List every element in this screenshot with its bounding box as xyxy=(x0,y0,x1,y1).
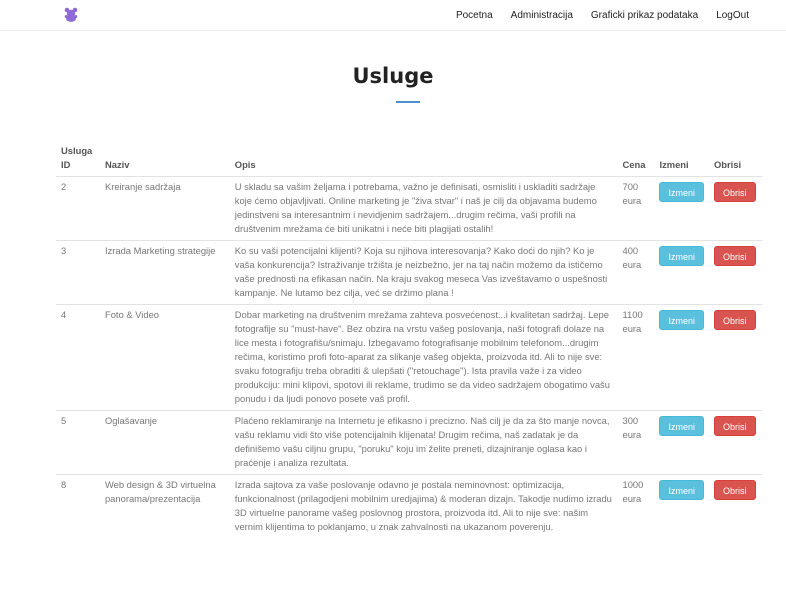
delete-button[interactable]: Obrisi xyxy=(713,480,756,500)
cell-delete: Obrisi xyxy=(708,474,762,538)
cell-id: 3 xyxy=(56,240,100,305)
cell-delete: Obrisi xyxy=(708,304,762,411)
cell-edit: Izmeni xyxy=(654,304,709,411)
delete-button[interactable]: Obrisi xyxy=(713,310,756,330)
cell-id: 8 xyxy=(56,474,100,538)
cell-desc: Plaćeno reklamiranje na Internetu je efi… xyxy=(229,410,618,475)
header-delete: Obrisi xyxy=(713,159,742,170)
header-name: Naziv xyxy=(104,159,130,170)
cell-delete: Obrisi xyxy=(708,240,762,305)
header-edit: Izmeni xyxy=(659,159,689,170)
cell-desc: Dobar marketing na društvenim mrežama za… xyxy=(229,304,618,411)
edit-button[interactable]: Izmeni xyxy=(659,416,704,436)
nav-link-administracija[interactable]: Administracija xyxy=(511,10,573,21)
delete-button[interactable]: Obrisi xyxy=(713,246,756,266)
header-price: Cena xyxy=(622,159,646,170)
cell-name: Izrada Marketing strategije xyxy=(99,240,230,305)
table-row: 8 Web design & 3D virtuelna panorama/pre… xyxy=(56,474,762,538)
table-row: 4 Foto & Video Dobar marketing na društv… xyxy=(56,304,762,411)
bear-logo-icon[interactable] xyxy=(64,7,78,22)
navbar: Pocetna Administracija Graficki prikaz p… xyxy=(0,0,786,31)
table-row: 3 Izrada Marketing strategije Ko su vaši… xyxy=(56,240,762,305)
services-table: Usluga ID Naziv Opis Cena Izmeni Obrisi … xyxy=(56,140,762,538)
delete-button[interactable]: Obrisi xyxy=(713,416,756,436)
page-title: Usluge xyxy=(352,64,434,88)
nav-link-graficki-prikaz[interactable]: Graficki prikaz podataka xyxy=(591,10,698,21)
cell-id: 4 xyxy=(56,304,100,411)
edit-button[interactable]: Izmeni xyxy=(659,310,704,330)
cell-name: Kreiranje sadržaja xyxy=(99,176,230,241)
nav-links: Pocetna Administracija Graficki prikaz p… xyxy=(456,0,786,31)
cell-delete: Obrisi xyxy=(708,410,762,475)
cell-edit: Izmeni xyxy=(654,410,709,475)
cell-desc: U skladu sa vašim željama i potrebama, v… xyxy=(229,176,618,241)
cell-price: 700 eura xyxy=(617,176,655,241)
edit-button[interactable]: Izmeni xyxy=(659,246,704,266)
header-id: Usluga ID xyxy=(61,145,93,170)
cell-delete: Obrisi xyxy=(708,176,762,241)
nav-link-pocetna[interactable]: Pocetna xyxy=(456,10,493,21)
delete-button[interactable]: Obrisi xyxy=(713,182,756,202)
title-underline xyxy=(396,101,420,103)
cell-desc: Izrada sajtova za vaše poslovanje odavno… xyxy=(229,474,618,538)
table-row: 2 Kreiranje sadržaja U skladu sa vašim ž… xyxy=(56,176,762,241)
table-header-row: Usluga ID Naziv Opis Cena Izmeni Obrisi xyxy=(56,140,762,177)
edit-button[interactable]: Izmeni xyxy=(659,182,704,202)
cell-name: Web design & 3D virtuelna panorama/preze… xyxy=(99,474,230,538)
cell-price: 1100 eura xyxy=(617,304,655,411)
cell-desc: Ko su vaši potencijalni klijenti? Koja s… xyxy=(229,240,618,305)
cell-price: 400 eura xyxy=(617,240,655,305)
cell-price: 1000 eura xyxy=(617,474,655,538)
cell-edit: Izmeni xyxy=(654,176,709,241)
nav-link-logout[interactable]: LogOut xyxy=(716,10,749,21)
header-desc: Opis xyxy=(234,159,256,170)
cell-name: Oglašavanje xyxy=(99,410,230,475)
table-row: 5 Oglašavanje Plaćeno reklamiranje na In… xyxy=(56,410,762,475)
cell-price: 300 eura xyxy=(617,410,655,475)
edit-button[interactable]: Izmeni xyxy=(659,480,704,500)
cell-edit: Izmeni xyxy=(654,240,709,305)
cell-id: 2 xyxy=(56,176,100,241)
cell-name: Foto & Video xyxy=(99,304,230,411)
cell-edit: Izmeni xyxy=(654,474,709,538)
cell-id: 5 xyxy=(56,410,100,475)
